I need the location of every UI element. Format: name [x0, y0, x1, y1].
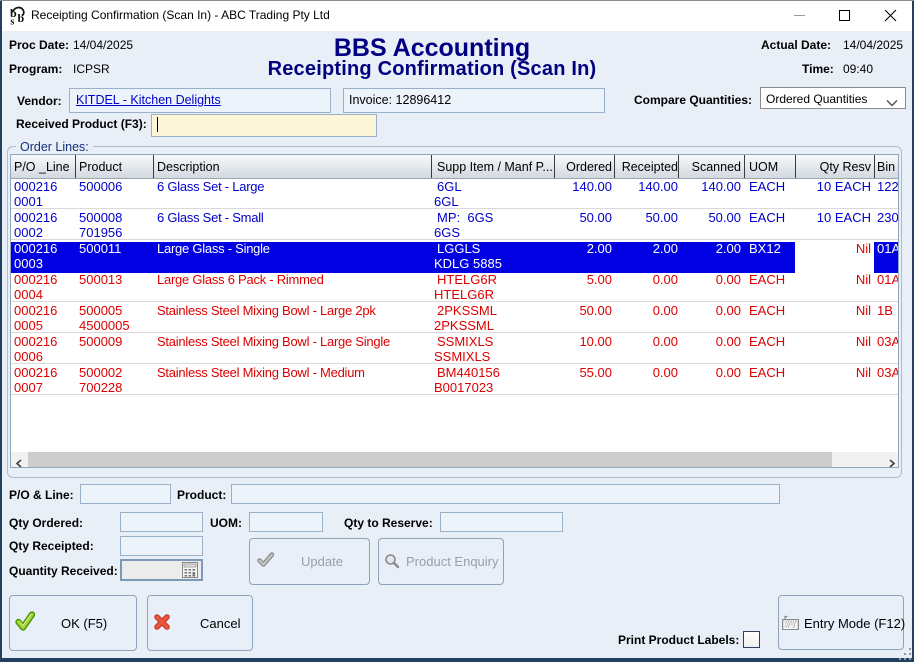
- svg-text:b: b: [18, 11, 25, 25]
- svg-text:s: s: [10, 17, 14, 26]
